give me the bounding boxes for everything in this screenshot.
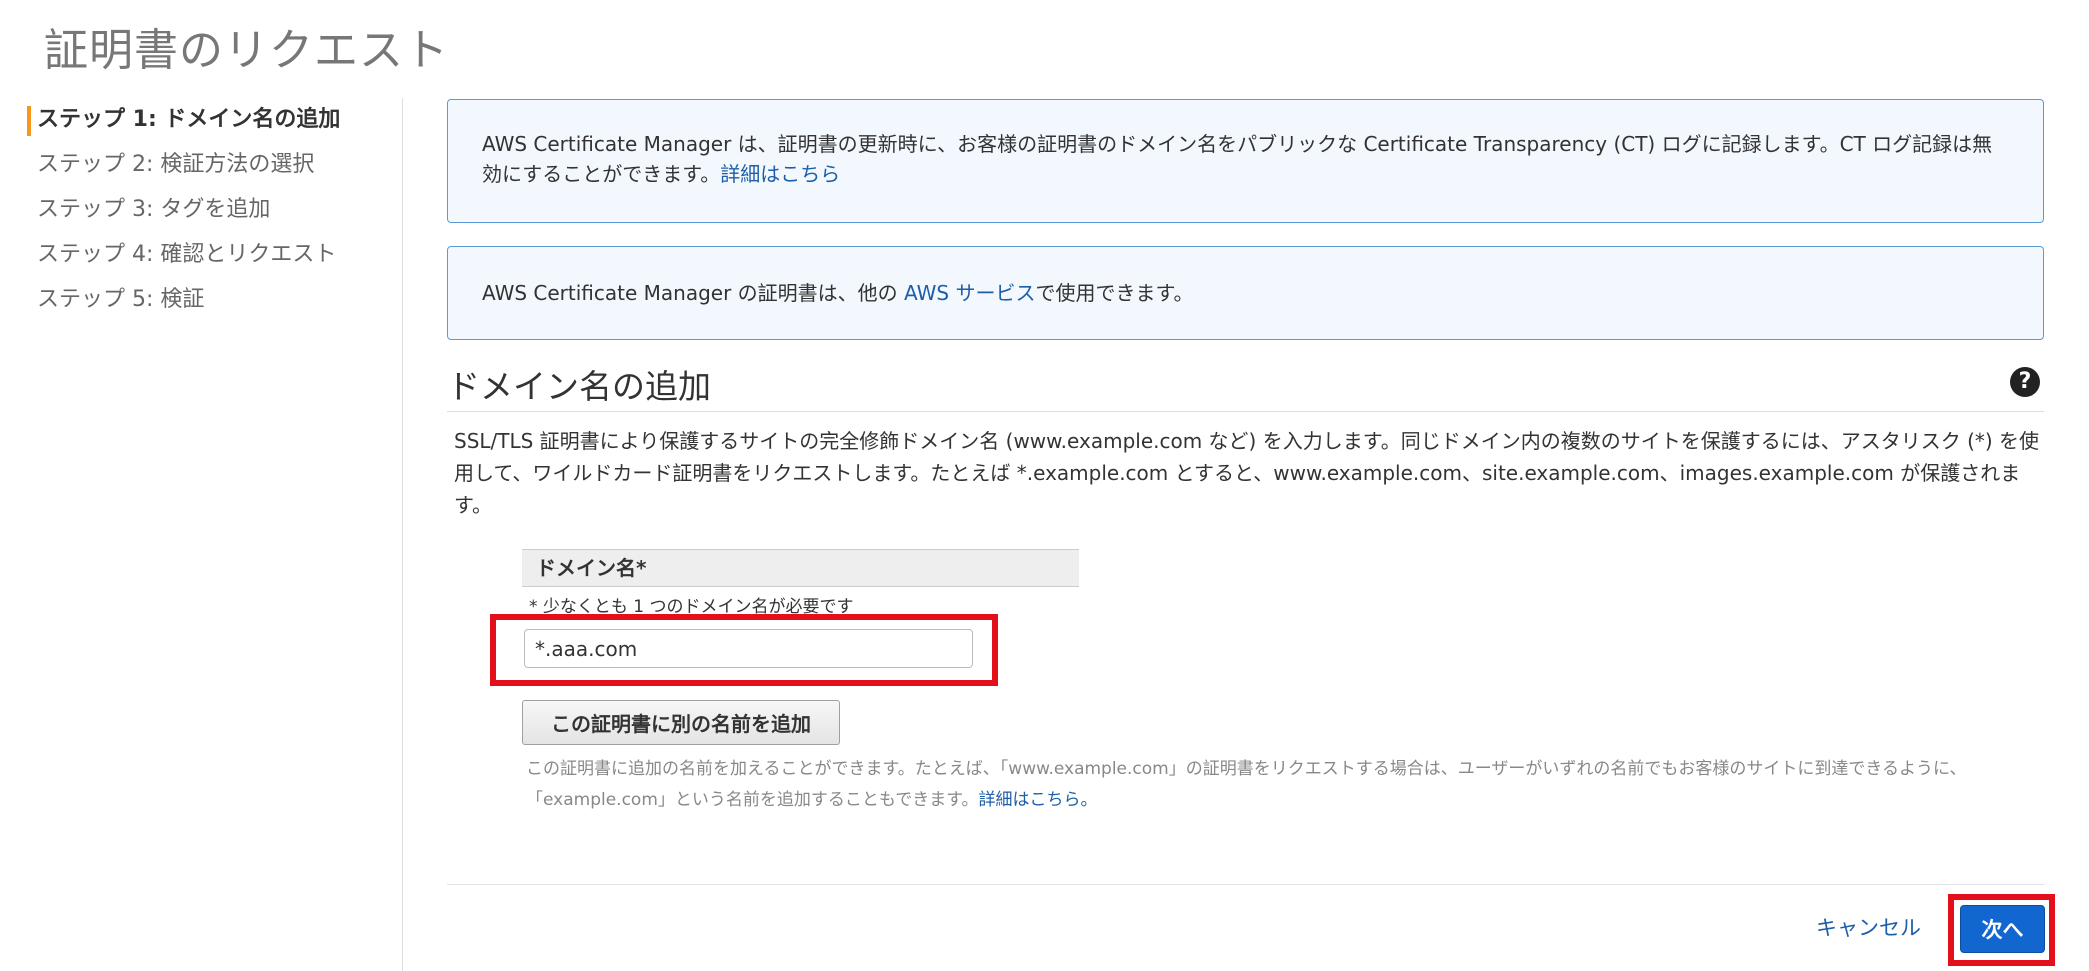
next-button[interactable]: 次へ (1960, 905, 2045, 953)
cancel-link[interactable]: キャンセル (1816, 912, 1921, 942)
step-5-validation[interactable]: ステップ 5: 検証 (27, 284, 377, 329)
learn-more-link[interactable]: 詳細はこちら (720, 162, 840, 186)
info-box-aws-services: AWS Certificate Manager の証明書は、他の AWS サービ… (447, 246, 2044, 340)
section-title: ドメイン名の追加 (447, 367, 711, 406)
domain-name-header: ドメイン名* (522, 549, 1079, 587)
input-highlight-box (490, 614, 998, 686)
step-3-add-tags[interactable]: ステップ 3: タグを追加 (27, 194, 377, 239)
wizard-steps: ステップ 1: ドメイン名の追加 ステップ 2: 検証方法の選択 ステップ 3:… (27, 104, 377, 329)
add-name-learn-more-link[interactable]: 詳細はこちら。 (979, 790, 1098, 810)
step-4-review-request[interactable]: ステップ 4: 確認とリクエスト (27, 239, 377, 284)
add-name-help-text: この証明書に追加の名前を加えることができます。たとえば、「www.example… (526, 754, 2044, 816)
step-2-validation-method[interactable]: ステップ 2: 検証方法の選択 (27, 149, 377, 194)
page-title: 証明書のリクエスト (44, 25, 449, 76)
info-ct-text: AWS Certificate Manager は、証明書の更新時に、お客様の証… (482, 132, 1993, 186)
sidebar-divider (402, 98, 403, 971)
question-circle-icon[interactable]: ? (2010, 367, 2040, 397)
section-description: SSL/TLS 証明書により保護するサイトの完全修飾ドメイン名 (www.exa… (454, 429, 2040, 517)
add-another-name-button[interactable]: この証明書に別の名前を追加 (522, 700, 840, 745)
aws-services-link[interactable]: AWS サービス (904, 281, 1035, 305)
info-aws-prefix: AWS Certificate Manager の証明書は、他の (482, 281, 905, 305)
section-divider (447, 411, 2044, 412)
footer-divider (447, 884, 2044, 885)
info-box-ct-logging: AWS Certificate Manager は、証明書の更新時に、お客様の証… (447, 99, 2044, 223)
info-aws-suffix: で使用できます。 (1035, 281, 1194, 305)
add-name-help-body: この証明書に追加の名前を加えることができます。たとえば、「www.example… (526, 759, 1967, 810)
step-1-add-domain[interactable]: ステップ 1: ドメイン名の追加 (27, 104, 377, 149)
